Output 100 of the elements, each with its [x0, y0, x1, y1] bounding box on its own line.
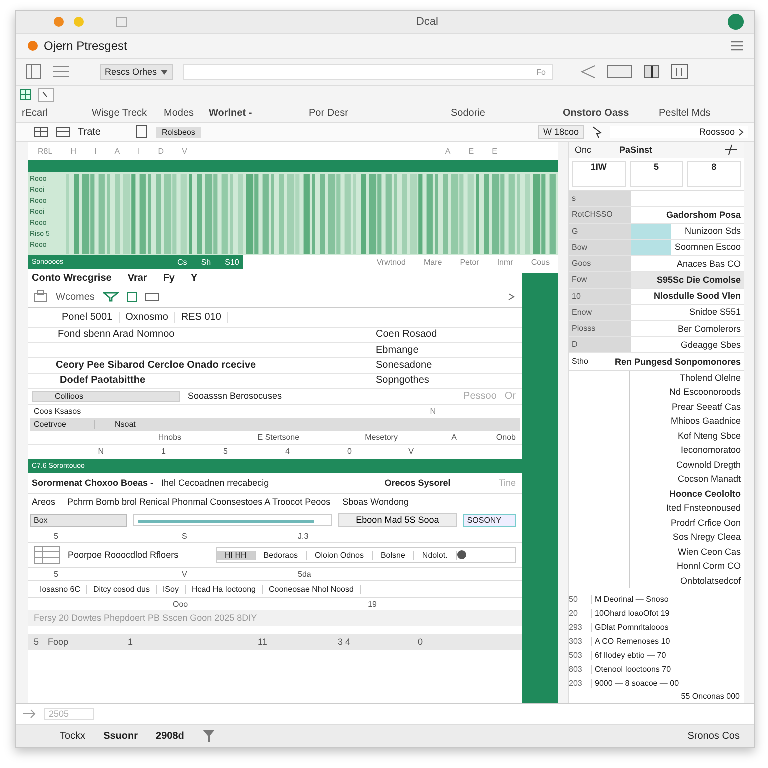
toolbar-menu[interactable]: Roossoo [610, 126, 748, 138]
menu-item[interactable]: Pesltel Mds [659, 108, 729, 118]
column-header: Orecos Sysorel [384, 478, 451, 488]
tool-button[interactable]: Vrar [128, 272, 148, 284]
axis-mark: 5da [298, 570, 312, 578]
table-cell: Iosasno 6C [34, 584, 88, 594]
line-number: 293 [569, 622, 584, 632]
tool-button[interactable]: Fy [163, 272, 175, 284]
panel-tab[interactable]: PaSinst [620, 145, 653, 156]
property-value: Ber Comolerors [678, 324, 742, 334]
list-item[interactable]: Wien Ceon Cas [678, 544, 741, 560]
input-field[interactable]: SOSONY [463, 514, 516, 526]
view-dropdown[interactable]: Rescs Orhes [100, 64, 174, 80]
status-text: 2908d [156, 730, 184, 742]
column-header: E Stertsone [256, 432, 300, 442]
input-field[interactable]: Box [30, 514, 128, 526]
property-label: Bow [569, 240, 631, 256]
line-number: 20 [569, 608, 579, 618]
line-number: 50 [569, 594, 579, 604]
column-header: E [468, 146, 474, 156]
list-item[interactable]: Onbtolatsedcof [680, 574, 741, 588]
list-item[interactable]: 10Ohard loaoOfot 19 [591, 608, 744, 618]
property-label: s [569, 191, 631, 206]
section-label: Stho [572, 357, 588, 366]
list-item[interactable]: Mhioos Gaadnice [670, 414, 741, 429]
tool-button[interactable]: Y [190, 272, 198, 284]
list-item[interactable]: GDlat Pomnrltalooos [591, 622, 744, 632]
menu-item[interactable]: Worlnet - [209, 108, 309, 118]
menu-item[interactable]: Sodorie [451, 108, 563, 118]
list-item[interactable]: A CO Remenoses 10 [591, 636, 744, 646]
list-item[interactable]: Tholend Olelne [680, 370, 741, 386]
list-item[interactable]: 6f Ilodey ebtio — 70 [591, 650, 744, 660]
property-value: Soomnen Escoo [674, 242, 742, 252]
row-value: Pessoo [464, 390, 497, 402]
list-item[interactable]: Sos Nregy Cleea [672, 530, 741, 545]
list-item[interactable]: Kof Nteng Sbce [678, 428, 741, 444]
table-cell: ISoy [156, 584, 186, 594]
axis-mark: V [182, 570, 188, 578]
menu-item[interactable]: Por Desr [309, 108, 451, 118]
property-label: G [569, 224, 631, 239]
sheet-tab[interactable]: Inmr [497, 258, 514, 266]
table-cell-text: N [97, 447, 104, 456]
tab[interactable]: Bedoraos [256, 550, 308, 560]
value-box[interactable]: 8 [687, 161, 742, 188]
row-text: Fond sbenn Arad Nomnoo [58, 329, 175, 340]
total-cell-text: 11 [258, 637, 268, 647]
header-cell: Nsoat [115, 420, 136, 429]
list-item[interactable]: Nd Escoonoroods [669, 385, 741, 400]
sheet-tab[interactable]: Cous [531, 258, 550, 266]
axis-mark: J.3 [298, 532, 309, 540]
table-cell: Cooneosae Nhol Noosd [263, 584, 361, 594]
column-header: A [450, 432, 457, 442]
menu-item[interactable]: Wisge Treck [92, 108, 164, 118]
list-item[interactable]: Cocson Manadt [678, 472, 741, 487]
list-item[interactable]: Cownold Dregth [676, 458, 741, 472]
property-value: Nlosdulle Sood Vlen [654, 291, 742, 302]
tab[interactable]: Bolsne [372, 550, 414, 560]
axis-mark: 5 [53, 532, 60, 540]
line-number: 303 [569, 636, 584, 646]
table-cell: Ditcy cosod dus [87, 584, 157, 594]
property-value: Gdeagge Sbes [680, 340, 742, 350]
row-value: Sopngothes [376, 375, 430, 386]
section-title: Ren Pungesd Sonpomonores [614, 356, 741, 367]
list-item[interactable]: Ited Fnsteonoused [666, 501, 741, 516]
property-value: S95Sc Die Comolse [656, 274, 742, 285]
action-button[interactable]: Eboon Mad 5S Sooa [338, 513, 458, 527]
column-header: R8L [38, 146, 53, 156]
tab[interactable]: Ndolot. [414, 550, 457, 560]
menu-item[interactable]: Modes [164, 108, 209, 118]
status-text: Cs [178, 258, 188, 266]
list-item[interactable]: 9000 — 8 soacoe — 00 [591, 678, 744, 688]
list-item[interactable]: Honnl Corm CO [676, 559, 741, 574]
toolbar-field[interactable]: W 18coo [538, 125, 584, 139]
list-item[interactable]: Otenool Iooctoons 70 [591, 664, 744, 674]
sheet-tab[interactable]: Petor [460, 258, 480, 266]
menu-item[interactable]: rEcarl [22, 108, 92, 118]
value-box[interactable]: 5 [630, 161, 684, 188]
list-item[interactable]: Hoonce Ceololto [670, 486, 741, 502]
status-text: Tockx [60, 730, 86, 742]
sheet-tab[interactable]: Vrwtnod [376, 258, 406, 266]
total-cell-text: 1 [128, 637, 134, 647]
table-cell: RES 010 [175, 312, 228, 323]
axis-mark: 5 [53, 570, 60, 578]
row-value: Coen Rosaod [376, 329, 438, 340]
value-box[interactable]: 1IW [572, 161, 626, 188]
list-item[interactable]: M Deorinal — Snoso [591, 594, 744, 604]
property-value: Anaces Bas CO [676, 258, 742, 269]
column-header: A [445, 146, 451, 156]
tab[interactable]: HI HH [217, 550, 256, 560]
list-item[interactable]: Prodrf Crfice Oon [670, 516, 741, 530]
panel-tab[interactable]: Onc [575, 145, 592, 156]
table-cell-text: 0 [346, 447, 352, 456]
list-item[interactable]: Ieconomoratoo [680, 443, 741, 458]
tab[interactable]: Oloion Odnos [307, 550, 373, 560]
toolbar-chip[interactable]: Rolsbeos [156, 126, 202, 138]
menu-item[interactable]: Onstoro Oass [563, 108, 659, 118]
sheet-tab[interactable]: Mare [424, 258, 442, 266]
list-item[interactable]: Prear Seeatf Cas [672, 400, 741, 414]
total-cell: 0 [418, 637, 424, 647]
collection-dropdown[interactable]: Collioos [32, 390, 180, 402]
